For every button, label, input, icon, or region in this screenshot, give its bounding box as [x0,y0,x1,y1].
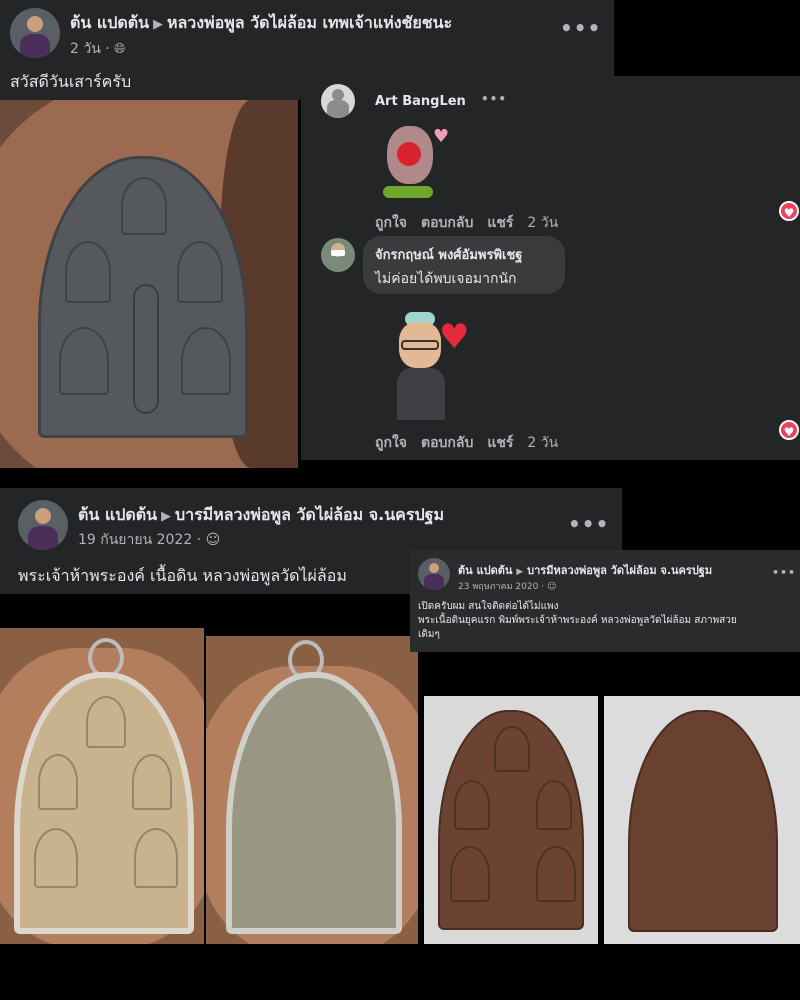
more-options-icon[interactable]: ••• [568,512,609,536]
post-3-photo-back[interactable] [604,696,800,944]
friends-icon: ☺ [546,582,557,592]
post-text-line: พระเนื้อดินยุคแรก พิมพ์พระเจ้าห้าพระองค์… [418,615,737,626]
commenter-name[interactable]: จักรกฤษณ์ พงศ์อัมพรพิเชฐ [375,244,553,265]
like-link[interactable]: ถูกใจ [375,435,407,451]
post-text-line: เปิดครับผม สนใจติดต่อได้ไม่แพง [418,601,559,612]
post-text-line: เดิมๆ [418,629,440,640]
pug-sticker: ♥ [379,120,451,206]
reply-link[interactable]: ตอบกลับ [421,435,473,451]
comment-bubble: จักรกฤษณ์ พงศ์อัมพรพิเชฐ ไม่ค่อยได้พบเจอ… [363,236,565,294]
comment-time[interactable]: 2 วัน [527,435,558,451]
more-options-icon[interactable]: ••• [772,566,796,579]
globe-icon: 🌐︎ [114,41,126,57]
comment-time[interactable]: 2 วัน [527,215,558,231]
amulet-image [438,710,584,930]
post-text: เปิดครับผม สนใจติดต่อได้ไม่แพง พระเนื้อด… [418,600,796,642]
author-avatar[interactable] [18,500,68,550]
post-2-title: ต้น แปดต้น ▶ บารมีหลวงพ่อพูล วัดไผ่ล้อม จ.… [78,503,444,528]
comment-1-actions: ถูกใจ ตอบกลับ แชร์ 2 วัน [375,212,558,234]
memoji-sticker: ♥ [393,312,483,422]
reply-link[interactable]: ตอบกลับ [421,215,473,231]
commenter-avatar[interactable] [321,84,355,118]
post-2-photo-front[interactable] [0,628,204,944]
like-link[interactable]: ถูกใจ [375,215,407,231]
post-text: พระเจ้าห้าพระองค์ เนื้อดิน หลวงพ่อพูลวัด… [18,566,347,585]
arrow-right-icon: ▶ [516,567,524,577]
friends-icon: ☺ [205,532,221,548]
author-avatar[interactable] [10,8,60,58]
post-1-photo[interactable] [0,100,298,468]
comment-text: ไม่ค่อยได้พบเจอมากนัก [375,271,517,287]
post-3-meta: 23 พฤษภาคม 2020 · ☺ [458,582,557,592]
arrow-right-icon: ▶ [161,509,171,524]
group-name[interactable]: หลวงพ่อพูล วัดไผ่ล้อม เทพเจ้าแห่งชัยชนะ [167,13,452,32]
arrow-right-icon: ▶ [153,17,163,32]
post-text: สวัสดีวันเสาร์ครับ [10,72,132,91]
share-link[interactable]: แชร์ [487,215,513,231]
group-name[interactable]: บารมีหลวงพ่อพูล วัดไผ่ล้อม จ.นครปฐม [527,564,712,577]
more-options-icon[interactable]: ••• [560,16,601,40]
post-1-title: ต้น แปดต้น ▶ หลวงพ่อพูล วัดไผ่ล้อม เทพเจ้า… [70,11,452,36]
post-3-header: ต้น แปดต้น ▶ บารมีหลวงพ่อพูล วัดไผ่ล้อม จ.… [410,550,800,652]
amulet-back-image [628,710,778,932]
post-2-meta: 19 กันยายน 2022 · ☺ [78,532,221,548]
comments-panel: Art BangLen ••• ♥ ถูกใจ ตอบกลับ แชร์ 2 วัน … [301,76,800,460]
share-link[interactable]: แชร์ [487,435,513,451]
author-name[interactable]: ต้น แปดต้น [78,505,157,524]
post-time[interactable]: 19 กันยายน 2022 [78,532,192,548]
comment-3-actions: ถูกใจ ตอบกลับ แชร์ 2 วัน [375,432,558,454]
post-time[interactable]: 2 วัน [70,41,101,57]
group-name[interactable]: บารมีหลวงพ่อพูล วัดไผ่ล้อม จ.นครปฐม [175,505,444,524]
post-2-photo-back[interactable] [206,636,418,944]
more-options-icon[interactable]: ••• [481,92,507,106]
post-3-photo-front[interactable] [424,696,598,944]
author-name[interactable]: ต้น แปดต้น [458,564,512,577]
post-time[interactable]: 23 พฤษภาคม 2020 [458,582,538,592]
commenter-name[interactable]: Art BangLen [375,94,466,109]
author-avatar[interactable] [418,558,450,590]
commenter-avatar[interactable] [321,238,355,272]
heart-reaction-icon[interactable]: ♥ [779,201,799,221]
heart-reaction-icon[interactable]: ♥ [779,420,799,440]
post-3-title: ต้น แปดต้น ▶ บารมีหลวงพ่อพูล วัดไผ่ล้อม จ.… [458,561,712,579]
post-1-meta: 2 วัน · 🌐︎ [70,41,126,57]
author-name[interactable]: ต้น แปดต้น [70,13,149,32]
